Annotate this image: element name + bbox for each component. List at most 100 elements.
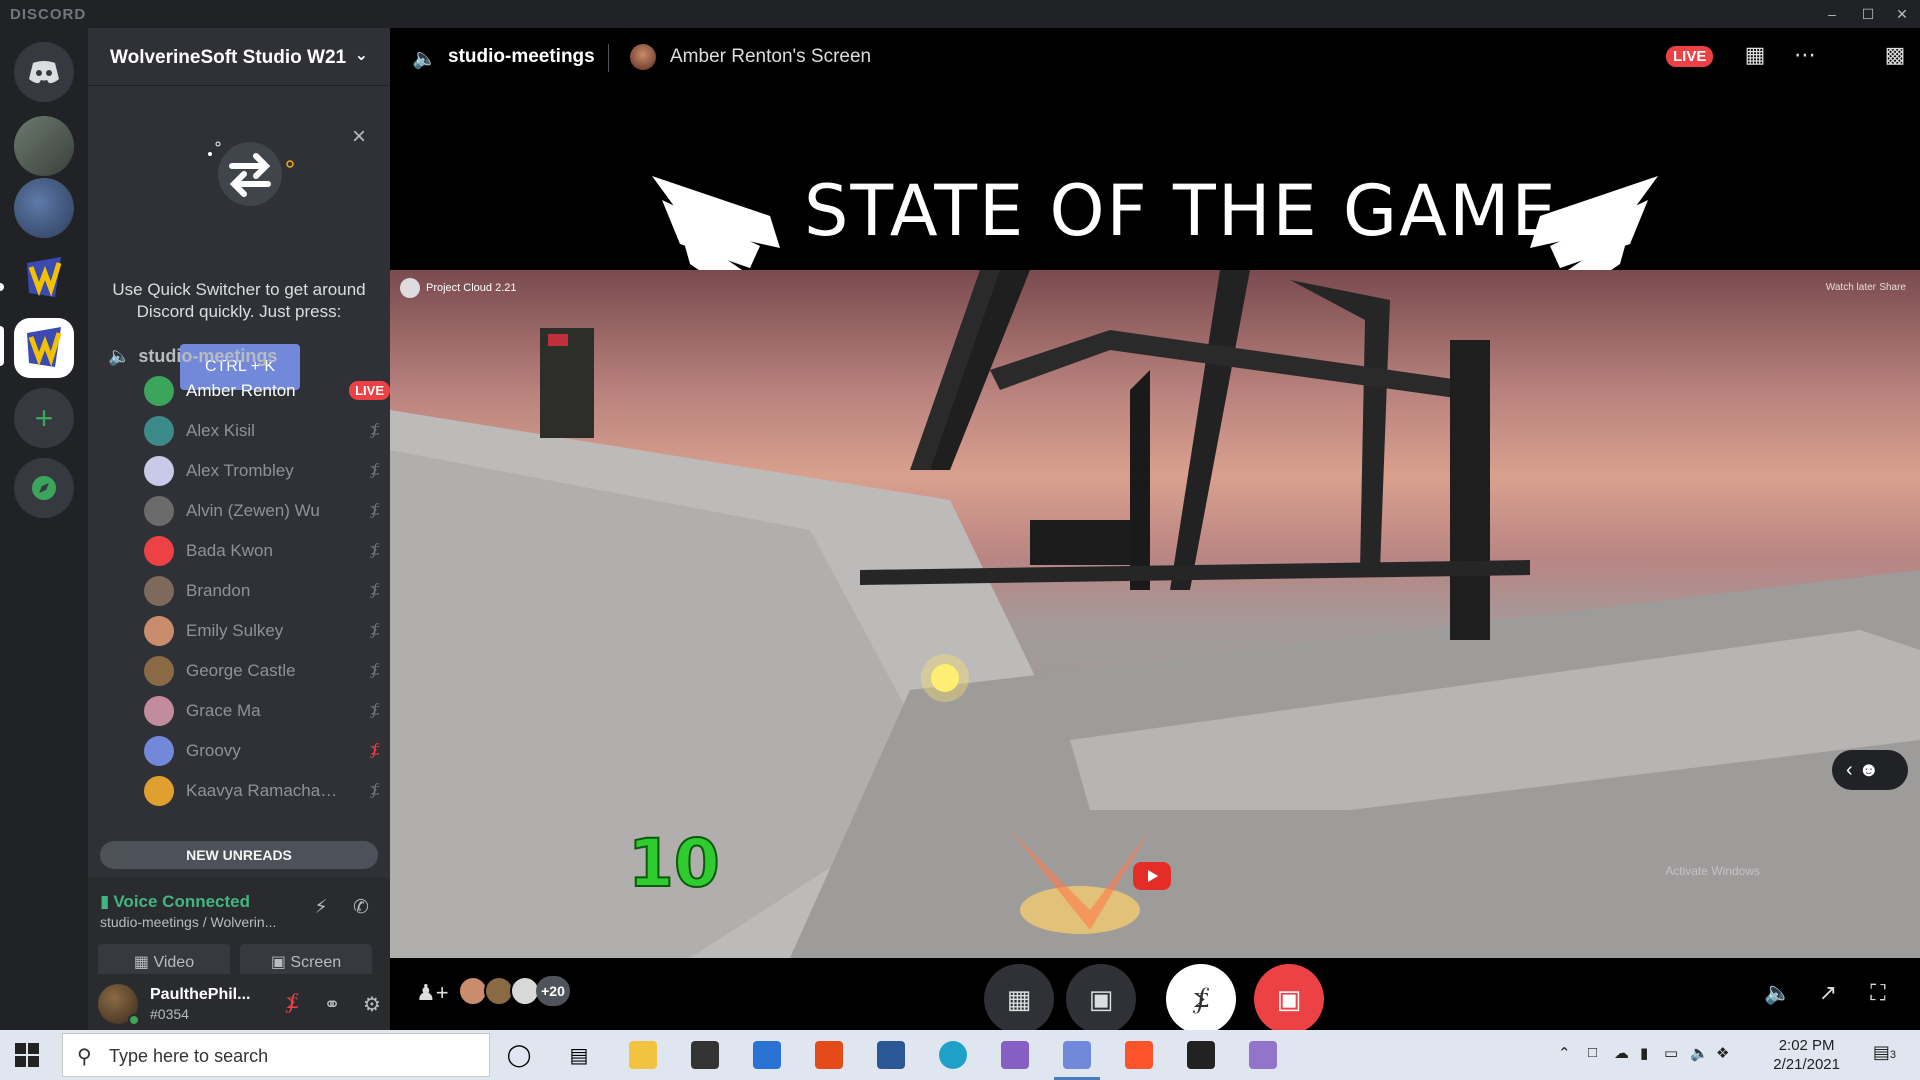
voice-member[interactable]: Alex Kisil ⨋ xyxy=(144,412,396,450)
avatar xyxy=(144,576,174,606)
edge-icon[interactable] xyxy=(930,1035,976,1075)
stage-channel-name: studio-meetings xyxy=(448,46,595,67)
stage-header: 🔈 studio-meetings Amber Renton's Screen … xyxy=(390,28,1920,86)
voice-member[interactable]: Amber Renton LIVE xyxy=(144,372,396,410)
chevron-down-icon[interactable]: ⌄ xyxy=(355,45,368,65)
shared-screen-video[interactable]: Project Cloud 2.21 Watch later Share 10 … xyxy=(390,270,1920,958)
add-server-icon[interactable]: + xyxy=(14,388,74,448)
onedrive-icon[interactable]: ☁ xyxy=(1614,1044,1629,1062)
server-header[interactable]: WolverineSoft Studio W21 ⌄ xyxy=(88,28,390,86)
notification-center-icon[interactable]: ▤3 xyxy=(1873,1042,1896,1063)
visual-studio-code-icon[interactable] xyxy=(1240,1035,1286,1075)
pop-out-icon[interactable]: ↗ xyxy=(1814,980,1842,1008)
activate-windows-watermark: Activate Windows xyxy=(1665,864,1760,878)
server-icon-1[interactable] xyxy=(14,116,74,176)
voice-member[interactable]: Emily Sulkey ⨋ xyxy=(144,612,396,650)
voice-member[interactable]: Grace Ma ⨋ xyxy=(144,692,396,730)
server-rail: + xyxy=(0,28,88,1030)
user-tag: #0354 xyxy=(150,1006,189,1022)
voice-connected-channel[interactable]: studio-meetings / Wolverin... xyxy=(100,914,276,930)
voice-member[interactable]: Bada Kwon ⨋ xyxy=(144,532,396,570)
cortana-icon[interactable]: ◯ xyxy=(496,1035,542,1075)
server-icon-wolverinesoft[interactable] xyxy=(14,318,74,378)
disconnect-call-icon[interactable]: ✆ xyxy=(348,896,374,922)
member-list-toggle[interactable]: ‹ ☻ xyxy=(1832,750,1908,790)
speaker-icon: 🔈 xyxy=(412,48,437,70)
taskbar-search-box[interactable]: ⚲ Type here to search xyxy=(62,1033,490,1077)
avatar xyxy=(144,416,174,446)
discord-home-icon[interactable] xyxy=(14,42,74,102)
meet-now-icon[interactable]: □ xyxy=(1588,1044,1597,1061)
game-score: 10 xyxy=(627,824,721,903)
screen-share-button[interactable]: ▣ xyxy=(1066,964,1136,1034)
brave-icon[interactable] xyxy=(1116,1035,1162,1075)
voice-member[interactable]: Alvin (Zewen) Wu ⨋ xyxy=(144,492,396,530)
camera-button[interactable]: ▦ xyxy=(984,964,1054,1034)
more-viewers-badge[interactable]: +20 xyxy=(536,976,570,1006)
fullscreen-icon[interactable]: ⛶ xyxy=(1864,980,1892,1008)
clock[interactable]: 2:02 PM 2/21/2021 xyxy=(1773,1036,1840,1074)
video-title[interactable]: Project Cloud 2.21 xyxy=(426,282,517,294)
voice-member[interactable]: Brandon ⨋ xyxy=(144,572,396,610)
unread-pill xyxy=(0,283,4,291)
add-user-icon[interactable]: ♟+ xyxy=(416,980,449,1008)
avatar xyxy=(144,736,174,766)
voice-channel-studio-meetings[interactable]: 🔈 studio-meetings xyxy=(108,346,378,368)
mute-button[interactable]: ⨋ xyxy=(1166,964,1236,1034)
screen-icon: ▣ xyxy=(270,954,291,971)
inbox-icon[interactable]: ▩ xyxy=(1880,42,1910,72)
voice-member[interactable]: Kaavya Ramachand... ⨋ xyxy=(144,772,396,810)
youtube-play-icon[interactable] xyxy=(1133,862,1171,890)
server-name: WolverineSoft Studio W21 xyxy=(110,47,347,68)
member-name: Emily Sulkey xyxy=(186,621,284,640)
mute-mic-icon[interactable]: ⨋ xyxy=(280,992,304,1016)
windows-start-icon[interactable] xyxy=(14,1042,40,1068)
file-explorer-icon[interactable] xyxy=(620,1035,666,1075)
volume-icon[interactable]: 🔈 xyxy=(1764,980,1792,1008)
more-options-icon[interactable]: ⋯ xyxy=(1790,42,1820,72)
office-icon[interactable] xyxy=(806,1035,852,1075)
voice-connected-status: ▮ Voice Connected xyxy=(100,892,251,911)
noise-suppression-icon[interactable]: ⚡ xyxy=(308,896,334,922)
gear-icon[interactable]: ⚙ xyxy=(360,992,384,1016)
store-icon[interactable] xyxy=(682,1035,728,1075)
watch-later-button[interactable]: Watch later xyxy=(1826,282,1876,293)
close-window-icon[interactable]: ✕ xyxy=(1890,2,1914,26)
discord-taskbar-icon[interactable] xyxy=(1054,1035,1100,1075)
avatar xyxy=(144,656,174,686)
new-unreads-banner[interactable]: NEW UNREADS xyxy=(100,841,378,869)
battery-icon[interactable]: ▭ xyxy=(1664,1044,1678,1062)
channel-avatar[interactable] xyxy=(400,278,420,298)
voice-member[interactable]: Groovy ⨋ xyxy=(144,732,396,770)
visual-studio-icon[interactable] xyxy=(992,1035,1038,1075)
selected-pill xyxy=(0,326,4,366)
explore-servers-icon[interactable] xyxy=(14,458,74,518)
voice-member[interactable]: Alex Trombley ⨋ xyxy=(144,452,396,490)
member-name: Kaavya Ramachand... xyxy=(186,781,346,800)
avatar xyxy=(144,776,174,806)
server-icon-3[interactable] xyxy=(14,248,74,308)
dropbox-icon[interactable]: ❖ xyxy=(1716,1044,1729,1062)
microphone-icon[interactable]: ▮ xyxy=(1640,1044,1648,1062)
mail-icon[interactable] xyxy=(744,1035,790,1075)
maximize-icon[interactable]: ☐ xyxy=(1856,2,1880,26)
camera-icon: ▦ xyxy=(1006,984,1032,1014)
word-icon[interactable] xyxy=(868,1035,914,1075)
member-name: Grace Ma xyxy=(186,701,261,720)
muted-mic-icon: ⨋ xyxy=(370,702,380,719)
close-icon[interactable]: × xyxy=(348,125,370,149)
grid-layout-icon[interactable]: ▦ xyxy=(1740,42,1770,72)
server-icon-2[interactable] xyxy=(14,178,74,238)
unity-icon[interactable] xyxy=(1178,1035,1224,1075)
chevron-up-icon[interactable]: ⌃ xyxy=(1558,1044,1571,1062)
volume-icon[interactable]: 🔈 xyxy=(1690,1044,1709,1062)
avatar xyxy=(144,456,174,486)
task-view-icon[interactable]: ▤ xyxy=(556,1035,602,1075)
stop-stream-button[interactable]: ▣ xyxy=(1254,964,1324,1034)
share-button[interactable]: Share xyxy=(1879,282,1906,293)
game-scene xyxy=(390,270,1920,958)
voice-member[interactable]: George Castle ⨋ xyxy=(144,652,396,690)
headphones-icon[interactable]: ⚭ xyxy=(320,992,344,1016)
stop-screen-icon: ▣ xyxy=(1276,984,1302,1014)
minimize-icon[interactable]: – xyxy=(1820,2,1844,26)
